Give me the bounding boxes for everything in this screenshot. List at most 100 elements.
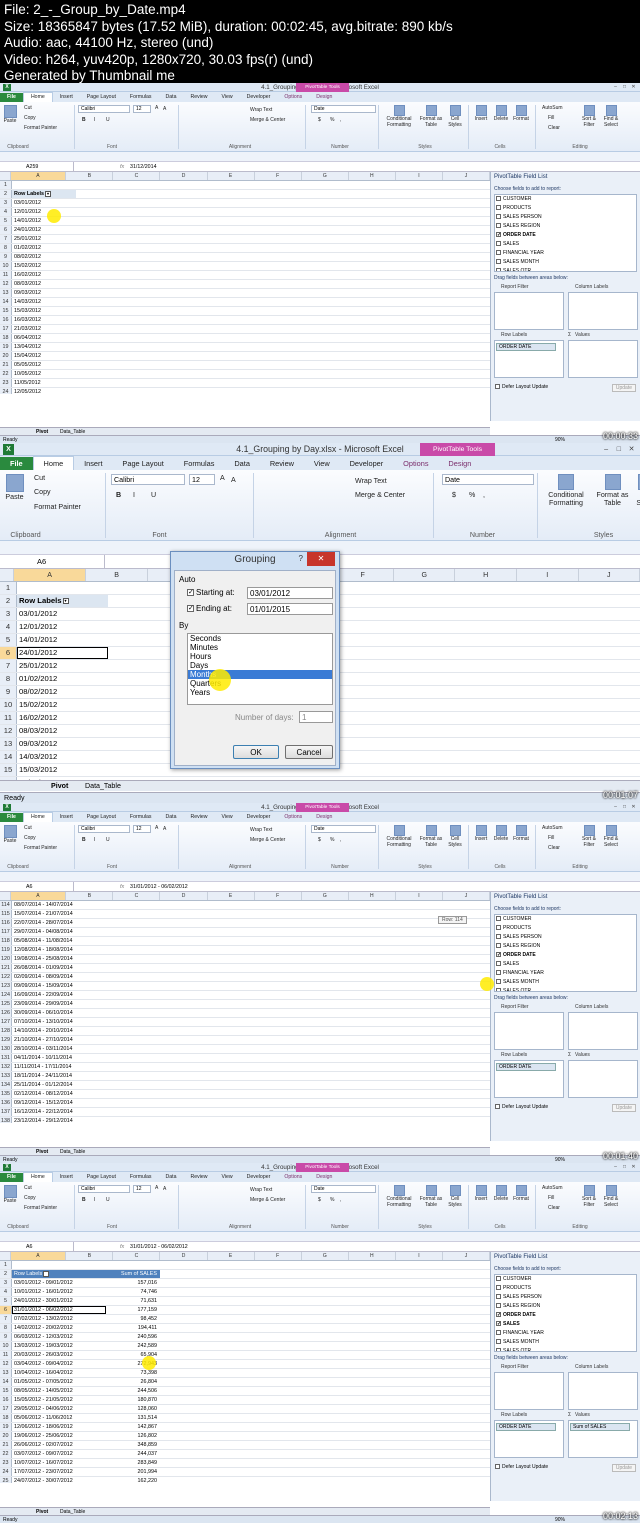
tab-design[interactable]: Design bbox=[438, 457, 481, 470]
row-number[interactable]: 6 bbox=[0, 1306, 12, 1314]
row-label-cell[interactable]: 19/06/2012 - 25/06/2012 bbox=[12, 1432, 106, 1440]
column-header-b[interactable]: B bbox=[66, 1252, 114, 1260]
row-label-cell[interactable]: 28/10/2014 - 03/11/2014 bbox=[12, 1045, 106, 1053]
row-number[interactable]: 3 bbox=[0, 608, 17, 620]
font-name-select[interactable]: Calibri bbox=[78, 105, 130, 113]
font-size-select[interactable]: 12 bbox=[133, 825, 151, 833]
row-label-cell[interactable]: 03/01/2012 bbox=[12, 199, 76, 207]
row-number[interactable]: 135 bbox=[0, 1090, 12, 1098]
report-filter-area[interactable] bbox=[494, 1012, 564, 1050]
row-number[interactable]: 117 bbox=[0, 928, 12, 936]
row-label-cell[interactable]: 12/05/2012 bbox=[12, 388, 76, 394]
row-number[interactable]: 11 bbox=[0, 271, 12, 279]
checkbox-icon[interactable] bbox=[496, 250, 501, 256]
currency-button[interactable]: $ bbox=[452, 491, 456, 499]
insert-cells-button[interactable]: Insert bbox=[472, 105, 490, 123]
checkbox-icon[interactable] bbox=[496, 1339, 501, 1345]
sales-value-cell[interactable]: 283,849 bbox=[106, 1459, 160, 1467]
comma-button[interactable]: , bbox=[340, 117, 341, 123]
close-button[interactable]: ✕ bbox=[625, 443, 638, 456]
copy-button[interactable]: Copy bbox=[24, 1195, 36, 1201]
conditional-formatting-button[interactable]: Conditional Formatting bbox=[382, 1185, 416, 1209]
currency-button[interactable]: $ bbox=[318, 837, 321, 843]
row-number[interactable]: 7 bbox=[0, 660, 17, 672]
column-header-b[interactable]: B bbox=[66, 892, 114, 900]
clear-button[interactable]: Clear bbox=[548, 845, 560, 851]
row-number[interactable]: 15 bbox=[0, 307, 12, 315]
sales-value-cell[interactable]: 240,596 bbox=[106, 1333, 160, 1341]
tab-home[interactable]: Home bbox=[22, 1172, 53, 1182]
row-number[interactable]: 9 bbox=[0, 1333, 12, 1341]
find-select-button[interactable]: Find & Select bbox=[600, 1185, 622, 1209]
row-label-cell[interactable]: 01/05/2012 - 07/05/2012 bbox=[12, 1378, 106, 1386]
row-number[interactable]: 4 bbox=[0, 208, 12, 216]
zoom-level[interactable]: 90% bbox=[555, 436, 565, 443]
tab-home[interactable]: Home bbox=[22, 812, 53, 822]
row-label-cell[interactable]: 29/07/2014 - 04/08/2014 bbox=[12, 928, 106, 936]
grow-font-button[interactable]: A bbox=[155, 105, 158, 111]
row-label-cell[interactable]: 11/05/2012 bbox=[12, 379, 76, 387]
column-header-b[interactable]: B bbox=[86, 569, 148, 581]
currency-button[interactable]: $ bbox=[318, 1197, 321, 1203]
column-header-f[interactable]: F bbox=[255, 172, 302, 180]
defer-layout-checkbox[interactable]: Defer Layout Update bbox=[495, 384, 548, 390]
group-by-option[interactable]: Hours bbox=[188, 652, 332, 661]
tab-review[interactable]: Review bbox=[184, 813, 215, 822]
row-number[interactable]: 6 bbox=[0, 226, 12, 234]
delete-cells-button[interactable]: Delete bbox=[492, 105, 510, 123]
column-header-e[interactable]: E bbox=[208, 172, 255, 180]
row-label-cell[interactable]: 14/03/2012 bbox=[12, 298, 76, 306]
name-box[interactable]: A6 bbox=[0, 1242, 74, 1251]
column-header-h[interactable]: H bbox=[349, 1252, 396, 1260]
number-format-select[interactable]: Date bbox=[311, 105, 376, 113]
row-label-cell[interactable]: 15/07/2014 - 21/07/2014 bbox=[12, 910, 106, 918]
checkbox-icon[interactable] bbox=[496, 961, 501, 967]
checkbox-icon[interactable]: ✓ bbox=[496, 1312, 501, 1318]
column-labels-area[interactable] bbox=[568, 1372, 638, 1410]
checkbox-icon[interactable] bbox=[496, 1348, 501, 1351]
row-label-cell[interactable]: 21/03/2012 bbox=[12, 325, 76, 333]
group-by-list[interactable]: Seconds Minutes Hours Days Months Quarters Yea… bbox=[187, 633, 333, 705]
select-all-corner[interactable] bbox=[0, 569, 14, 581]
wrap-text-button[interactable]: Wrap Text bbox=[355, 477, 387, 485]
format-painter-button[interactable]: Format Painter bbox=[24, 845, 57, 851]
pivot-field-sales-region[interactable]: SALES REGION bbox=[495, 942, 636, 951]
row-label-cell[interactable]: 15/03/2012 bbox=[12, 307, 76, 315]
tab-review[interactable]: Review bbox=[184, 93, 215, 102]
sales-value-cell[interactable]: 128,060 bbox=[106, 1405, 160, 1413]
column-header-g[interactable]: G bbox=[302, 172, 349, 180]
row-number[interactable]: 4 bbox=[0, 1288, 12, 1296]
cut-button[interactable]: Cut bbox=[24, 105, 32, 111]
underline-button[interactable]: U bbox=[106, 1197, 110, 1203]
row-number[interactable]: 16 bbox=[0, 316, 12, 324]
column-header-h[interactable]: H bbox=[455, 569, 517, 581]
cancel-button[interactable]: Cancel bbox=[285, 745, 333, 759]
comma-button[interactable]: , bbox=[483, 491, 485, 499]
autosum-button[interactable]: AutoSum bbox=[542, 825, 563, 831]
zoom-level[interactable]: 90% bbox=[555, 1156, 565, 1163]
bold-button[interactable]: B bbox=[116, 491, 121, 499]
tab-formulas[interactable]: Formulas bbox=[123, 813, 159, 822]
defer-layout-checkbox[interactable]: Defer Layout Update bbox=[495, 1104, 548, 1110]
percent-button[interactable]: % bbox=[469, 491, 475, 499]
format-painter-button[interactable]: Format Painter bbox=[34, 503, 81, 511]
row-number[interactable]: 12 bbox=[0, 280, 12, 288]
zoom-level[interactable]: 90% bbox=[555, 1516, 565, 1523]
row-labels-header[interactable]: Row Labels ▾ bbox=[12, 1270, 106, 1278]
pivot-field-customer[interactable]: CUSTOMER bbox=[495, 195, 636, 204]
checkbox-icon[interactable] bbox=[496, 223, 501, 229]
row-number[interactable]: 15 bbox=[0, 1387, 12, 1395]
italic-button[interactable]: I bbox=[133, 491, 135, 499]
pivot-field-sales-qtr[interactable]: SALES QTR bbox=[495, 987, 636, 991]
row-number[interactable]: 5 bbox=[0, 217, 12, 225]
row-number[interactable]: 10 bbox=[0, 262, 12, 270]
row-label-cell[interactable]: 13/04/2012 bbox=[12, 343, 76, 351]
minimize-button[interactable]: – bbox=[611, 803, 620, 812]
row-label-cell[interactable]: 15/05/2012 - 21/05/2012 bbox=[12, 1396, 106, 1404]
pivot-field-financial-year[interactable]: FINANCIAL YEAR bbox=[495, 969, 636, 978]
sales-value-cell[interactable]: 26,804 bbox=[106, 1378, 160, 1386]
row-number[interactable]: 137 bbox=[0, 1108, 12, 1116]
formula-input[interactable]: 31/01/2012 - 06/02/2012 bbox=[130, 1242, 188, 1252]
tab-data[interactable]: Data bbox=[224, 457, 259, 470]
row-labels-header[interactable]: Row Labels ▾ bbox=[17, 595, 108, 607]
